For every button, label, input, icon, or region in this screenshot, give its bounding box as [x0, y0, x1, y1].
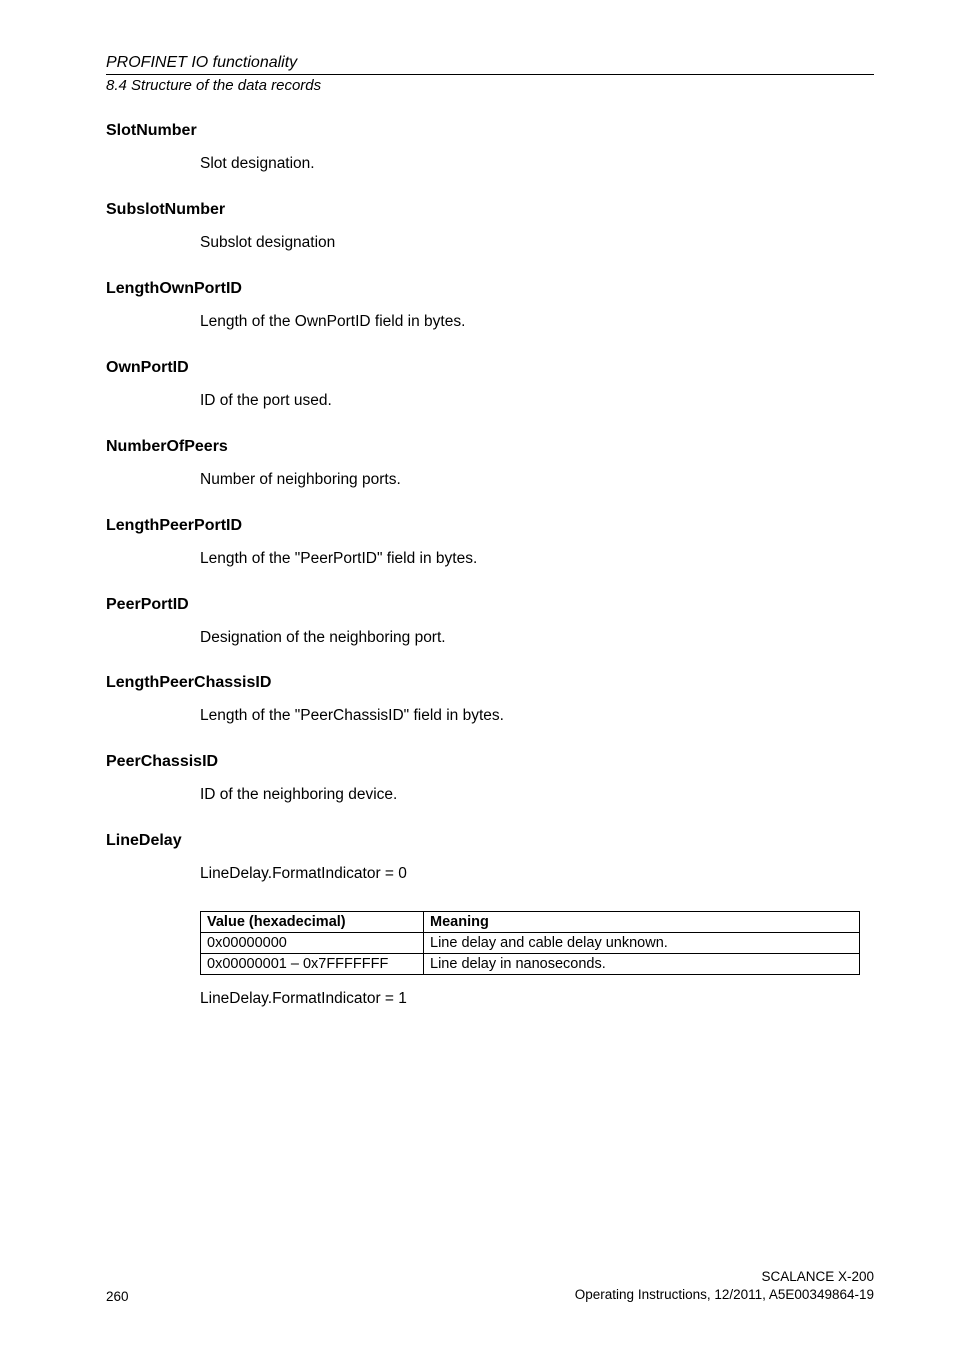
heading-subslotnumber: SubslotNumber — [106, 201, 874, 219]
section-lengthownportid: LengthOwnPortID Length of the OwnPortID … — [106, 280, 874, 333]
running-title: PROFINET IO functionality — [106, 54, 874, 72]
th-meaning: Meaning — [424, 912, 860, 933]
body-peerportid: Designation of the neighboring port. — [200, 628, 874, 649]
section-subslotnumber: SubslotNumber Subslot designation — [106, 201, 874, 254]
linedelay-outro: LineDelay.FormatIndicator = 1 — [200, 989, 874, 1010]
body-peerchassisid: ID of the neighboring device. — [200, 785, 874, 806]
body-slotnumber: Slot designation. — [200, 154, 874, 175]
table-header-row: Value (hexadecimal) Meaning — [201, 912, 860, 933]
section-lengthpeerchassisid: LengthPeerChassisID Length of the "PeerC… — [106, 674, 874, 727]
section-ownportid: OwnPortID ID of the port used. — [106, 359, 874, 412]
linedelay-table: Value (hexadecimal) Meaning 0x00000000 L… — [200, 911, 860, 975]
body-ownportid: ID of the port used. — [200, 391, 874, 412]
table-row: 0x00000001 – 0x7FFFFFFF Line delay in na… — [201, 954, 860, 975]
section-lengthpeerportid: LengthPeerPortID Length of the "PeerPort… — [106, 517, 874, 570]
section-linedelay: LineDelay LineDelay.FormatIndicator = 0 … — [106, 832, 874, 1010]
footer-right: SCALANCE X-200 Operating Instructions, 1… — [575, 1268, 874, 1304]
heading-slotnumber: SlotNumber — [106, 122, 874, 140]
header-rule — [106, 74, 874, 75]
linedelay-intro: LineDelay.FormatIndicator = 0 — [200, 864, 874, 885]
section-numberofpeers: NumberOfPeers Number of neighboring port… — [106, 438, 874, 491]
cell-value: 0x00000000 — [201, 933, 424, 954]
sub-running-title: 8.4 Structure of the data records — [106, 77, 874, 94]
cell-meaning: Line delay and cable delay unknown. — [424, 933, 860, 954]
table-row: 0x00000000 Line delay and cable delay un… — [201, 933, 860, 954]
page-container: PROFINET IO functionality 8.4 Structure … — [0, 0, 954, 1350]
section-slotnumber: SlotNumber Slot designation. — [106, 122, 874, 175]
body-lengthownportid: Length of the OwnPortID field in bytes. — [200, 312, 874, 333]
heading-peerportid: PeerPortID — [106, 596, 874, 614]
cell-meaning: Line delay in nanoseconds. — [424, 954, 860, 975]
section-peerchassisid: PeerChassisID ID of the neighboring devi… — [106, 753, 874, 806]
heading-lengthownportid: LengthOwnPortID — [106, 280, 874, 298]
heading-lengthpeerportid: LengthPeerPortID — [106, 517, 874, 535]
footer-product: SCALANCE X-200 — [761, 1269, 874, 1284]
heading-numberofpeers: NumberOfPeers — [106, 438, 874, 456]
heading-peerchassisid: PeerChassisID — [106, 753, 874, 771]
heading-ownportid: OwnPortID — [106, 359, 874, 377]
heading-linedelay: LineDelay — [106, 832, 874, 850]
th-value: Value (hexadecimal) — [201, 912, 424, 933]
heading-lengthpeerchassisid: LengthPeerChassisID — [106, 674, 874, 692]
footer-page-number: 260 — [106, 1289, 129, 1304]
section-peerportid: PeerPortID Designation of the neighborin… — [106, 596, 874, 649]
body-lengthpeerportid: Length of the "PeerPortID" field in byte… — [200, 549, 874, 570]
body-numberofpeers: Number of neighboring ports. — [200, 470, 874, 491]
body-subslotnumber: Subslot designation — [200, 233, 874, 254]
body-lengthpeerchassisid: Length of the "PeerChassisID" field in b… — [200, 706, 874, 727]
footer-docinfo: Operating Instructions, 12/2011, A5E0034… — [575, 1287, 874, 1302]
cell-value: 0x00000001 – 0x7FFFFFFF — [201, 954, 424, 975]
